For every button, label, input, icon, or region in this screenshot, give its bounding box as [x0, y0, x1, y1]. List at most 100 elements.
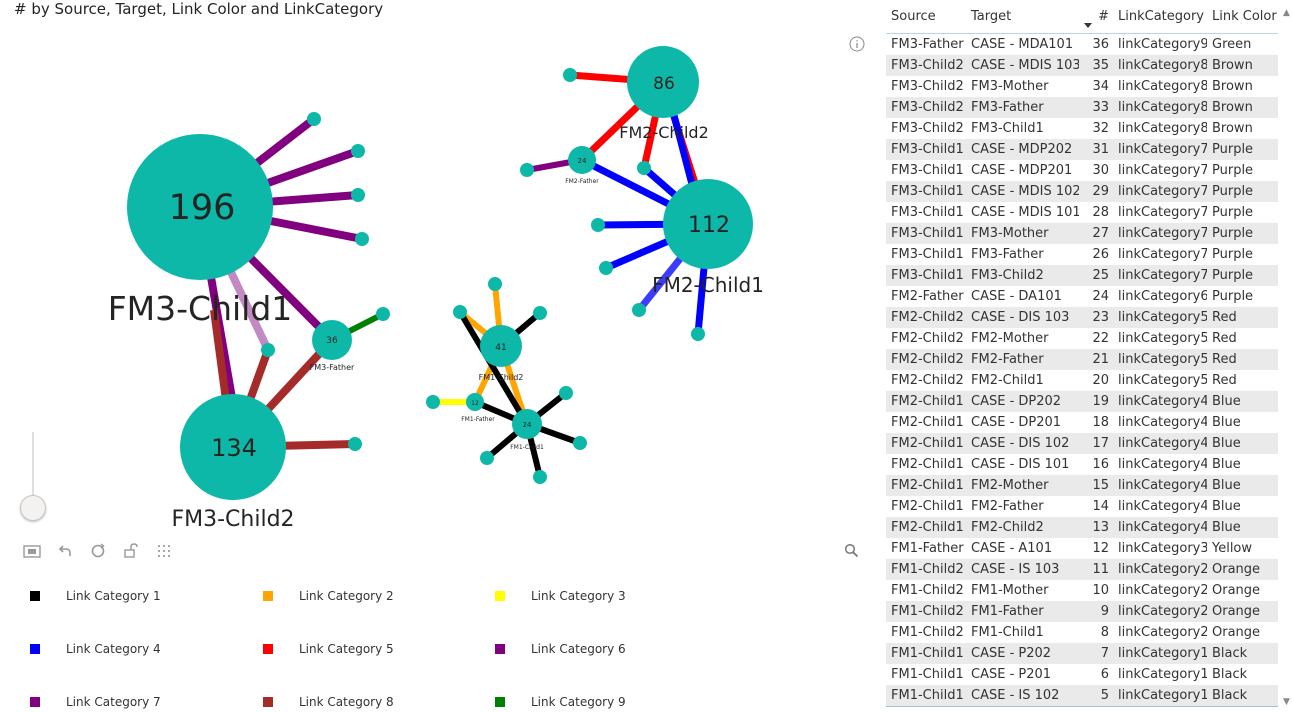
- column-header-target[interactable]: Target: [966, 0, 1079, 34]
- node-leaf[interactable]: [563, 68, 577, 82]
- legend-item[interactable]: Link Category 6: [495, 642, 626, 656]
- refresh-icon[interactable]: [88, 542, 107, 561]
- table-row[interactable]: FM3-Father CASE - MDA101 36 linkCategory9 Gr…: [886, 34, 1278, 56]
- grid-icon[interactable]: [154, 542, 173, 561]
- zoom-slider-thumb[interactable]: [20, 495, 46, 521]
- column-header-linkcategory[interactable]: LinkCategory: [1113, 0, 1207, 34]
- table-row[interactable]: FM2-Child2 FM2-Child1 20 linkCategory5 Red: [886, 370, 1278, 391]
- table-cell: FM3-Child2: [886, 97, 966, 118]
- node-leaf[interactable]: [520, 163, 534, 177]
- table-cell: FM1-Father: [966, 601, 1079, 622]
- node-leaf[interactable]: [376, 307, 390, 321]
- info-icon[interactable]: [849, 36, 865, 52]
- table-cell: FM3-Child2: [891, 79, 964, 94]
- table-cell: FM2-Mother: [966, 475, 1079, 496]
- table-row[interactable]: FM1-Child2 FM1-Child1 8 linkCategory2 Orange: [886, 622, 1278, 643]
- node-leaf[interactable]: [533, 470, 547, 484]
- column-header-count[interactable]: #: [1079, 0, 1113, 34]
- table-row[interactable]: FM2-Father CASE - DA101 24 linkCategory6 Pur…: [886, 286, 1278, 307]
- table-row[interactable]: FM3-Child1 FM3-Child2 25 linkCategory7 Purpl…: [886, 265, 1278, 286]
- table-row[interactable]: FM2-Child1 CASE - DP202 19 linkCategory4 Blu…: [886, 391, 1278, 412]
- unlock-icon[interactable]: [121, 542, 140, 561]
- table-row[interactable]: FM1-Father CASE - A101 12 linkCategory3 Yell…: [886, 538, 1278, 559]
- table-cell: FM1-Child2: [886, 559, 966, 580]
- node-label: FM3-Child1: [108, 289, 293, 328]
- legend-item[interactable]: Link Category 3: [495, 589, 626, 603]
- table-cell: 10: [1092, 583, 1109, 598]
- table-row[interactable]: FM1-Child1 CASE - IS 102 5 linkCategory1 Bla…: [886, 685, 1278, 706]
- table-cell: linkCategory7: [1113, 139, 1207, 160]
- table-row[interactable]: FM1-Child2 FM1-Mother 10 linkCategory2 Orang…: [886, 580, 1278, 601]
- scroll-down-arrow-icon[interactable]: ▼: [1283, 697, 1290, 707]
- node-leaf[interactable]: [573, 436, 587, 450]
- node-leaf[interactable]: [480, 451, 494, 465]
- legend-item[interactable]: Link Category 5: [263, 642, 394, 656]
- table-row[interactable]: FM3-Child2 CASE - MDIS 103 35 linkCategory8…: [886, 55, 1278, 76]
- table-row[interactable]: FM3-Child2 FM3-Father 33 linkCategory8 Brown: [886, 97, 1278, 118]
- table-row[interactable]: FM1-Child2 CASE - IS 103 11 linkCategory2 Or…: [886, 559, 1278, 580]
- legend-item[interactable]: Link Category 4: [30, 642, 161, 656]
- node-leaf[interactable]: [488, 277, 502, 291]
- node-leaf[interactable]: [691, 327, 705, 341]
- table-cell: Brown: [1212, 121, 1253, 136]
- table-row[interactable]: FM1-Child1 CASE - P202 7 linkCategory1 Black: [886, 643, 1278, 664]
- table-row[interactable]: FM3-Child1 CASE - MDP202 31 linkCategory7 Pu…: [886, 139, 1278, 160]
- node-leaf[interactable]: [591, 218, 605, 232]
- table-row[interactable]: FM2-Child1 CASE - DP201 18 linkCategory4 Blu…: [886, 412, 1278, 433]
- node-leaf[interactable]: [426, 395, 440, 409]
- table-cell: FM1-Mother: [971, 583, 1049, 598]
- legend-item[interactable]: Link Category 7: [30, 695, 161, 709]
- table-row[interactable]: FM2-Child1 FM2-Father 14 linkCategory4 Blue: [886, 496, 1278, 517]
- table-row[interactable]: FM3-Child1 FM3-Father 26 linkCategory7 Purpl…: [886, 244, 1278, 265]
- node-leaf[interactable]: [453, 305, 467, 319]
- table-row[interactable]: FM2-Child1 CASE - DIS 102 17 linkCategory4 B…: [886, 433, 1278, 454]
- node-leaf[interactable]: [637, 161, 651, 175]
- node-label: FM1-Father: [461, 416, 495, 423]
- node-leaf[interactable]: [261, 343, 275, 357]
- node-leaf[interactable]: [533, 306, 547, 320]
- node-leaf[interactable]: [348, 437, 362, 451]
- table-cell: linkCategory8: [1118, 79, 1207, 94]
- node-leaf[interactable]: [632, 303, 646, 317]
- fit-screen-icon[interactable]: [22, 542, 41, 561]
- node-leaf[interactable]: [351, 144, 365, 158]
- node-leaf[interactable]: [307, 112, 321, 126]
- table-row[interactable]: FM2-Child1 FM2-Child2 13 linkCategory4 Blue: [886, 517, 1278, 538]
- undo-icon[interactable]: [55, 542, 74, 561]
- table-row[interactable]: FM3-Child1 FM3-Mother 27 linkCategory7 Purpl…: [886, 223, 1278, 244]
- table-row[interactable]: FM2-Child1 FM2-Mother 15 linkCategory4 Blue: [886, 475, 1278, 496]
- table-row[interactable]: FM2-Child2 FM2-Father 21 linkCategory5 Red: [886, 349, 1278, 370]
- table-row[interactable]: FM2-Child2 FM2-Mother 22 linkCategory5 Red: [886, 328, 1278, 349]
- table-row[interactable]: FM1-Child2 FM1-Father 9 linkCategory2 Orange: [886, 601, 1278, 622]
- table-cell: 35: [1079, 55, 1113, 76]
- node-leaf[interactable]: [355, 232, 369, 246]
- legend-item[interactable]: Link Category 9: [495, 695, 626, 709]
- table-cell: Purple: [1207, 265, 1278, 286]
- table-cell: CASE - P202: [966, 643, 1079, 664]
- table-row[interactable]: FM2-Child1 CASE - DIS 101 16 linkCategory4 B…: [886, 454, 1278, 475]
- network-graph[interactable]: 196 FM3-Child1 134 FM3-Child2 112 FM2-Ch…: [0, 0, 840, 540]
- table-cell: CASE - DIS 103: [966, 307, 1079, 328]
- table-row[interactable]: FM2-Child2 CASE - DIS 103 23 linkCategory5 R…: [886, 307, 1278, 328]
- table-row[interactable]: FM1-Child1 CASE - P201 6 linkCategory1 Black: [886, 664, 1278, 685]
- table-cell: FM2-Child1: [891, 457, 964, 472]
- table-cell: linkCategory8: [1113, 97, 1207, 118]
- table-row[interactable]: FM3-Child1 CASE - MDIS 101 28 linkCategory7…: [886, 202, 1278, 223]
- search-icon[interactable]: [844, 543, 859, 558]
- legend-item[interactable]: Link Category 1: [30, 589, 161, 603]
- table-row[interactable]: FM3-Child2 FM3-Mother 34 linkCategory8 Brown: [886, 76, 1278, 97]
- table-cell: 11: [1079, 559, 1113, 580]
- table-row[interactable]: FM3-Child1 CASE - MDP201 30 linkCategory7 Pu…: [886, 160, 1278, 181]
- node-leaf[interactable]: [599, 261, 613, 275]
- node-leaf[interactable]: [559, 386, 573, 400]
- table-row[interactable]: FM3-Child2 FM3-Child1 32 linkCategory8 Brown: [886, 118, 1278, 139]
- table-row[interactable]: FM3-Child1 CASE - MDIS 102 29 linkCategory7…: [886, 181, 1278, 202]
- column-header-source[interactable]: Source: [886, 0, 966, 34]
- node-leaf[interactable]: [351, 188, 365, 202]
- table-cell: Brown: [1212, 79, 1253, 94]
- legend-item[interactable]: Link Category 8: [263, 695, 394, 709]
- node-label: FM1-Child2: [479, 373, 524, 382]
- column-header-linkcolor[interactable]: Link Color: [1207, 0, 1278, 34]
- scroll-up-arrow-icon[interactable]: ▲: [1283, 8, 1290, 18]
- legend-item[interactable]: Link Category 2: [263, 589, 394, 603]
